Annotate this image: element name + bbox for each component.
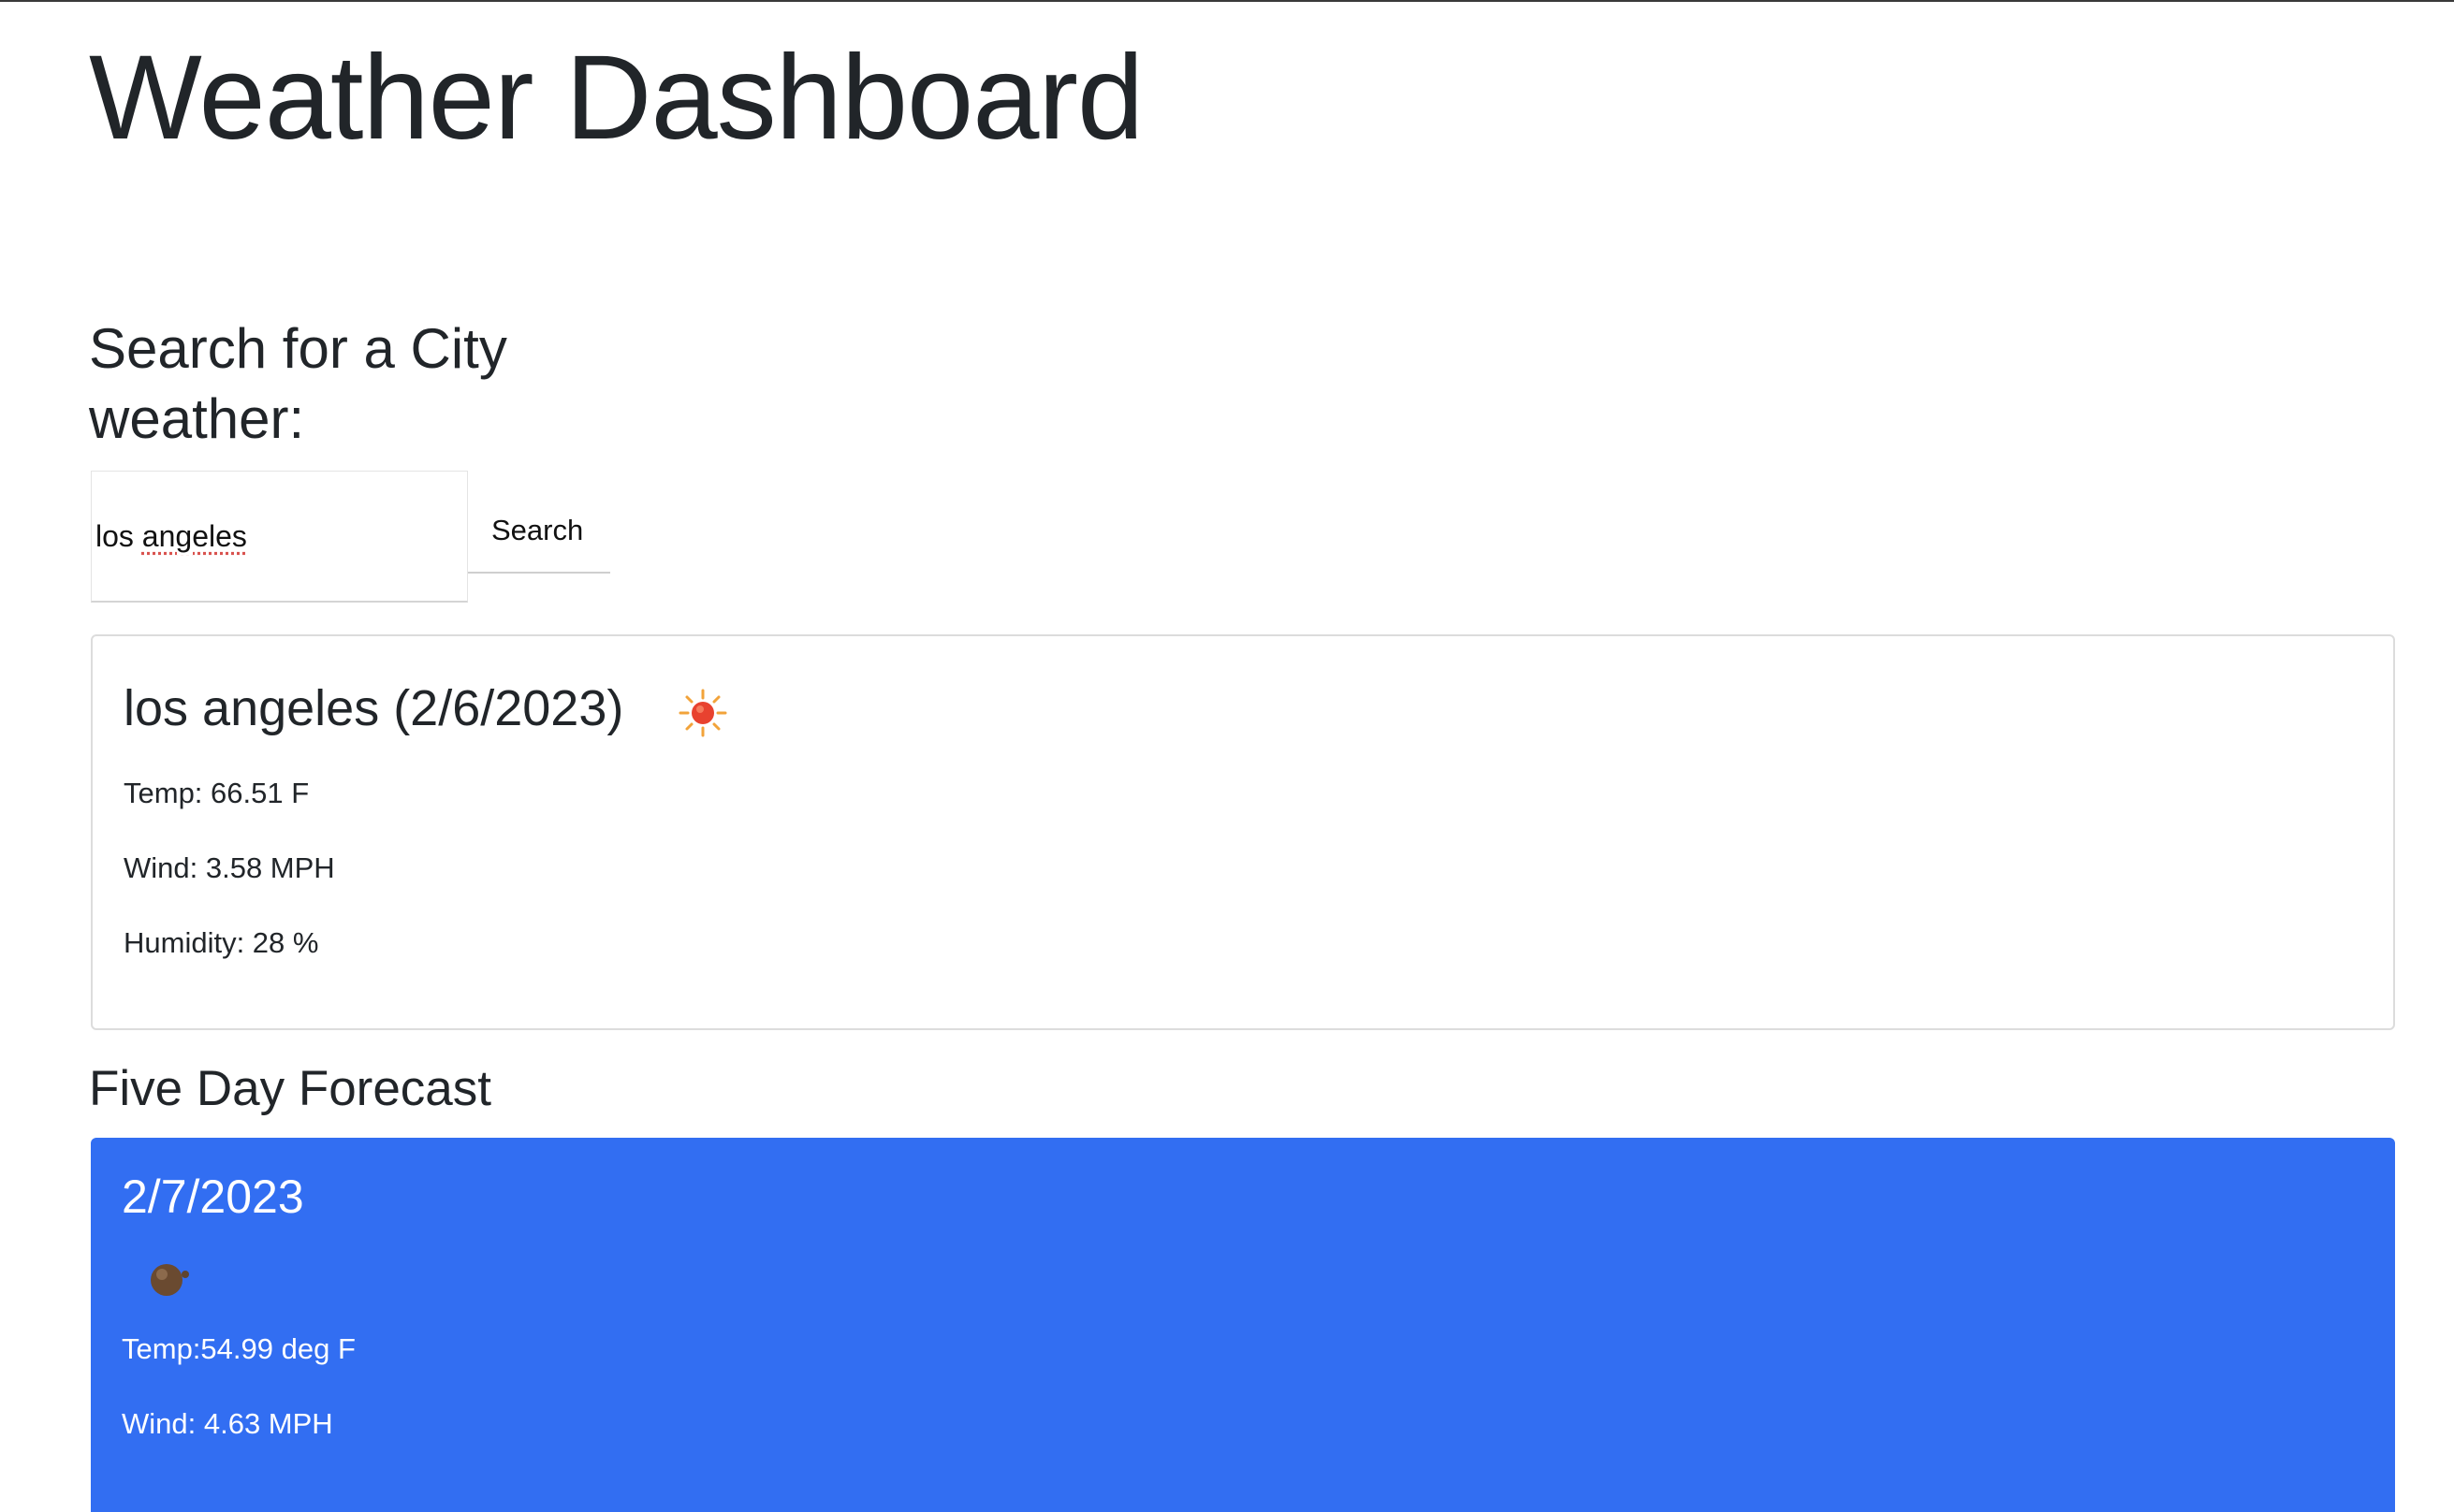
search-input[interactable]	[91, 471, 468, 603]
forecast-wind: Wind: 4.63 MPH	[122, 1407, 333, 1440]
page-title: Weather Dashboard	[89, 31, 1144, 165]
sun-icon	[679, 689, 727, 737]
current-wind: Wind: 3.58 MPH	[124, 851, 335, 884]
current-weather-title: los angeles (2/6/2023)	[124, 680, 624, 736]
search-button[interactable]: Search	[468, 471, 610, 574]
current-humidity: Humidity: 28 %	[124, 926, 319, 959]
cloud-icon	[151, 1264, 189, 1296]
forecast-date: 2/7/2023	[122, 1170, 304, 1223]
current-temp: Temp: 66.51 F	[124, 777, 310, 809]
search-heading: Search for a City weather:	[89, 317, 507, 450]
forecast-heading: Five Day Forecast	[89, 1061, 492, 1116]
top-border	[0, 0, 2454, 2]
forecast-day-card: 2/7/2023 Temp:54.99 deg F Wind: 4.63 MPH	[91, 1138, 2395, 1512]
current-weather-card: los angeles (2/6/2023) Temp: 66.51 F Win…	[91, 634, 2395, 1030]
forecast-temp: Temp:54.99 deg F	[122, 1332, 356, 1365]
